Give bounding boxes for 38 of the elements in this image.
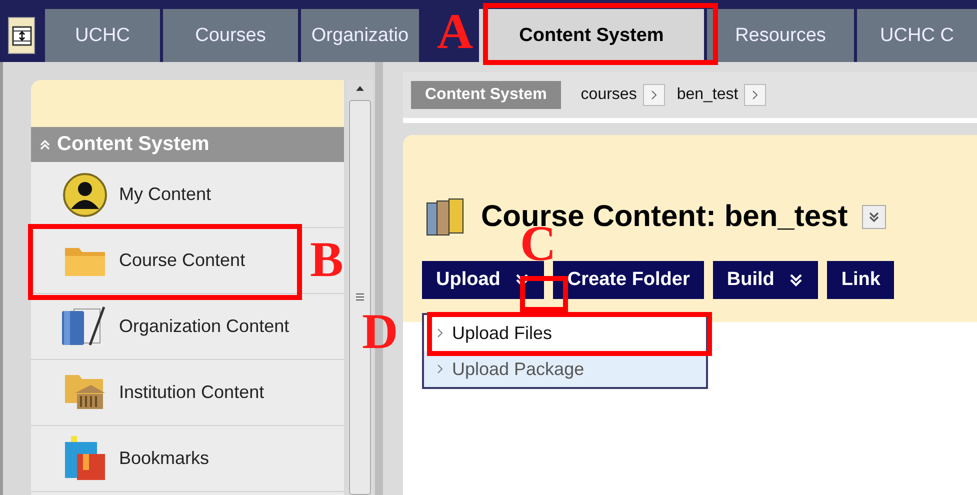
toolbar-button[interactable]: Create Folder — [553, 261, 704, 299]
double-chevron-down-icon — [868, 211, 880, 223]
nav-tab[interactable]: Resources — [707, 9, 854, 62]
bookmarks-icon — [63, 436, 107, 482]
annotation-letter: A — [437, 6, 474, 56]
breadcrumb-link[interactable]: ben_test — [676, 86, 738, 104]
toolbar-button[interactable]: Build — [712, 261, 818, 299]
nav-tab[interactable]: Organizatio — [301, 9, 419, 62]
sidebar-item[interactable]: Institution Content — [31, 360, 344, 426]
scroll-up-icon — [355, 84, 365, 92]
title-menu-button[interactable] — [862, 205, 886, 229]
toolbar-button[interactable]: Upload — [422, 261, 544, 299]
toggle-panel-button[interactable] — [8, 17, 35, 54]
nav-tab[interactable]: UCHC C — [857, 9, 977, 62]
chevron-right-icon — [650, 90, 658, 100]
nav-tab[interactable]: Content System — [479, 9, 704, 62]
sidebar-item[interactable]: Organization Content — [31, 294, 344, 360]
sidebar-item[interactable]: My Content — [31, 162, 344, 228]
collapse-icon — [39, 138, 51, 150]
person-icon — [63, 172, 107, 216]
breadcrumb-arrow-button[interactable] — [744, 84, 766, 106]
section-title: Content System — [57, 133, 210, 156]
chevron-right-icon — [751, 90, 760, 100]
breadcrumb-link[interactable]: courses — [580, 86, 637, 104]
menu-item[interactable]: Upload Files — [424, 315, 706, 351]
chevron-right-icon — [436, 328, 444, 338]
nav-tab[interactable]: Courses — [163, 9, 298, 62]
toolbar-button[interactable]: Link — [827, 261, 894, 299]
sidebar-item[interactable]: Bookmarks — [31, 426, 344, 492]
chevron-right-icon — [436, 364, 444, 374]
grip-icon — [355, 292, 365, 302]
double-chevron-down-icon — [788, 272, 804, 288]
annotation-letter: B — [310, 234, 344, 284]
expand-icon — [12, 26, 32, 46]
annotation-letter: D — [362, 306, 398, 356]
nav-tab[interactable]: UCHC — [45, 9, 160, 62]
breadcrumb-arrow-button[interactable] — [642, 84, 665, 106]
menu-item[interactable]: Upload Package — [424, 351, 706, 387]
